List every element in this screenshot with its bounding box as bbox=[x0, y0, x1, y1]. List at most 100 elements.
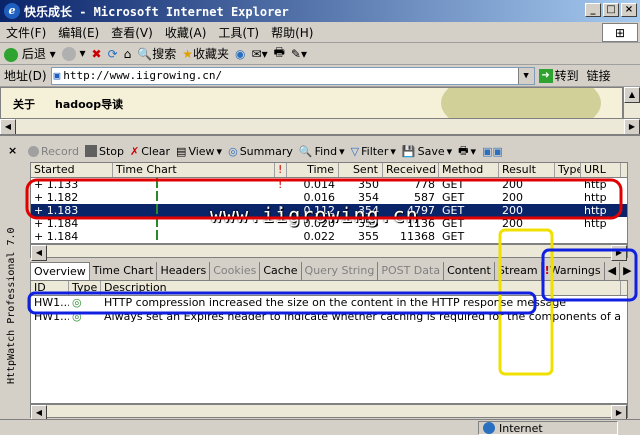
print-icon[interactable]: 🖶 bbox=[274, 43, 285, 64]
col-time[interactable]: Time bbox=[287, 163, 339, 177]
address-dropdown-button[interactable]: ▼ bbox=[517, 67, 534, 84]
time-chart-bar bbox=[156, 178, 158, 188]
warnings-list[interactable]: ID Type Description HW1... ◎ HTTP compre… bbox=[30, 280, 628, 404]
stop-label: Stop bbox=[99, 144, 125, 158]
stop-button[interactable]: Stop bbox=[85, 145, 124, 158]
table-row[interactable]: + 1.184 0.022 355 11368 GET bbox=[31, 230, 627, 243]
time-chart-bar bbox=[156, 230, 158, 240]
filter-button[interactable]: ▽ Filter ▾ bbox=[351, 145, 396, 158]
menu-tools[interactable]: 工具(T) bbox=[212, 24, 265, 41]
address-input[interactable]: ▣ http://www.iigrowing.cn/ ▼ bbox=[50, 66, 535, 85]
grid-scroll-left-icon[interactable]: ◀ bbox=[31, 245, 47, 261]
cell-url: http bbox=[584, 217, 607, 230]
view-label: View bbox=[188, 144, 215, 158]
menu-help[interactable]: 帮助(H) bbox=[265, 24, 319, 41]
grid-scroll-right-icon[interactable]: ▶ bbox=[611, 245, 627, 261]
cell-result: 200 bbox=[502, 204, 523, 217]
cell-sent: 355 bbox=[358, 230, 379, 243]
maximize-button[interactable]: □ bbox=[603, 3, 619, 17]
tab-content[interactable]: Content bbox=[444, 262, 495, 280]
tab-stream[interactable]: Stream bbox=[494, 262, 542, 280]
stop-icon[interactable]: ✖ bbox=[92, 47, 102, 61]
httpwatch-panel: × HttpWatch Professional 7.0 Record Stop… bbox=[0, 134, 640, 421]
search-label: 搜索 bbox=[152, 47, 177, 61]
links-button[interactable]: 链接 bbox=[587, 67, 611, 84]
menu-favorites[interactable]: 收藏(A) bbox=[159, 24, 213, 41]
clear-button[interactable]: ✗ Clear bbox=[130, 145, 170, 158]
page-horizontal-scrollbar[interactable]: ◀ ▶ bbox=[0, 118, 640, 135]
cell-url bbox=[581, 230, 621, 243]
cell-time-chart bbox=[113, 178, 275, 191]
col-description[interactable]: Description bbox=[101, 281, 621, 295]
scroll-left-icon[interactable]: ◀ bbox=[0, 119, 16, 135]
col-id[interactable]: ID bbox=[31, 281, 69, 295]
save-button[interactable]: 💾 Save ▾ bbox=[402, 145, 452, 158]
col-url[interactable]: URL bbox=[581, 163, 621, 177]
go-button[interactable]: ➜ 转到 bbox=[538, 67, 579, 84]
refresh-icon[interactable]: ⟳ bbox=[108, 47, 118, 61]
tab-time-chart[interactable]: Time Chart bbox=[89, 262, 158, 280]
summary-button[interactable]: ◎ Summary bbox=[228, 145, 293, 158]
detail-horizontal-scrollbar[interactable]: ◀ ▶ bbox=[30, 404, 628, 421]
nav-about[interactable]: 关于 bbox=[13, 96, 35, 112]
cell-type bbox=[555, 178, 581, 191]
print-button[interactable]: 🖶 ▾ bbox=[458, 142, 476, 161]
record-button[interactable]: Record bbox=[28, 145, 79, 158]
cell-time-chart bbox=[113, 230, 275, 243]
tab-cookies[interactable]: Cookies bbox=[210, 262, 261, 280]
favorites-button[interactable]: ★收藏夹 bbox=[182, 45, 229, 62]
warning-type-icon: ◎ bbox=[72, 296, 82, 309]
tab-query-string[interactable]: Query String bbox=[301, 262, 379, 280]
tab-post-data[interactable]: POST Data bbox=[378, 262, 445, 280]
cell-type bbox=[555, 230, 581, 243]
cell-method: GET bbox=[442, 230, 465, 243]
grid-horizontal-scrollbar[interactable]: ◀ ▶ bbox=[30, 244, 628, 261]
col-type[interactable]: Type bbox=[555, 163, 581, 177]
col-started[interactable]: Started bbox=[31, 163, 113, 177]
back-button[interactable]: 后退 ▾ bbox=[4, 45, 56, 62]
tab-scroll-left-icon[interactable]: ◀ bbox=[604, 262, 621, 280]
options-button[interactable]: ▣▣ bbox=[482, 145, 503, 158]
tab-cache[interactable]: Cache bbox=[260, 262, 302, 280]
forward-button[interactable]: ▾ bbox=[61, 46, 86, 61]
cell-received: 778 bbox=[414, 178, 435, 191]
grid-header: Started Time Chart ! Time Sent Received … bbox=[31, 163, 627, 178]
search-button[interactable]: 🔍搜索 bbox=[137, 45, 176, 62]
col-time-chart[interactable]: Time Chart bbox=[113, 163, 275, 177]
close-button[interactable]: × bbox=[621, 3, 637, 17]
cell-url: http bbox=[584, 191, 607, 204]
table-row[interactable]: + 1.133! 0.014 350 778 GET 200 http bbox=[31, 178, 627, 191]
scroll-right-icon[interactable]: ▶ bbox=[624, 119, 640, 135]
nav-hadoop[interactable]: hadoop导读 bbox=[55, 96, 123, 112]
col-result[interactable]: Result bbox=[499, 163, 555, 177]
col-method[interactable]: Method bbox=[439, 163, 499, 177]
media-icon[interactable]: ◉ bbox=[235, 47, 245, 61]
edit-icon[interactable]: ✎▾ bbox=[291, 47, 307, 61]
warning-row[interactable]: HW1... ◎ Always set an Expires header to… bbox=[31, 310, 627, 324]
find-button[interactable]: 🔍 Find ▾ bbox=[299, 145, 345, 158]
tab-headers[interactable]: Headers bbox=[157, 262, 211, 280]
tab-scroll-right-icon[interactable]: ▶ bbox=[620, 262, 636, 280]
panel-close-icon[interactable]: × bbox=[8, 144, 17, 157]
view-button[interactable]: ▤ View ▾ bbox=[176, 145, 222, 158]
col-received[interactable]: Received bbox=[383, 163, 439, 177]
col-warning[interactable]: ! bbox=[275, 163, 287, 177]
options-icon: ▣▣ bbox=[482, 144, 503, 158]
cell-started: + 1.184 bbox=[34, 230, 79, 243]
time-chart-bar bbox=[156, 204, 158, 214]
warning-row[interactable]: HW1... ◎ HTTP compression increased the … bbox=[31, 296, 627, 310]
menu-view[interactable]: 查看(V) bbox=[105, 24, 159, 41]
menu-file[interactable]: 文件(F) bbox=[0, 24, 52, 41]
scroll-up-icon[interactable]: ▲ bbox=[624, 87, 640, 103]
menu-edit[interactable]: 编辑(E) bbox=[52, 24, 105, 41]
cell-sent: 350 bbox=[358, 178, 379, 191]
httpwatch-product-label: HttpWatch Professional 7.0 bbox=[6, 227, 17, 385]
minimize-button[interactable]: _ bbox=[585, 3, 601, 17]
col-sent[interactable]: Sent bbox=[339, 163, 383, 177]
watermark: www.iigrowing.cn bbox=[210, 203, 419, 227]
tab-warnings[interactable]: !Warnings bbox=[541, 262, 605, 280]
home-icon[interactable]: ⌂ bbox=[124, 47, 132, 61]
tab-overview[interactable]: Overview bbox=[30, 262, 90, 280]
mail-icon[interactable]: ✉▾ bbox=[252, 47, 268, 61]
col-warning-type[interactable]: Type bbox=[69, 281, 101, 295]
